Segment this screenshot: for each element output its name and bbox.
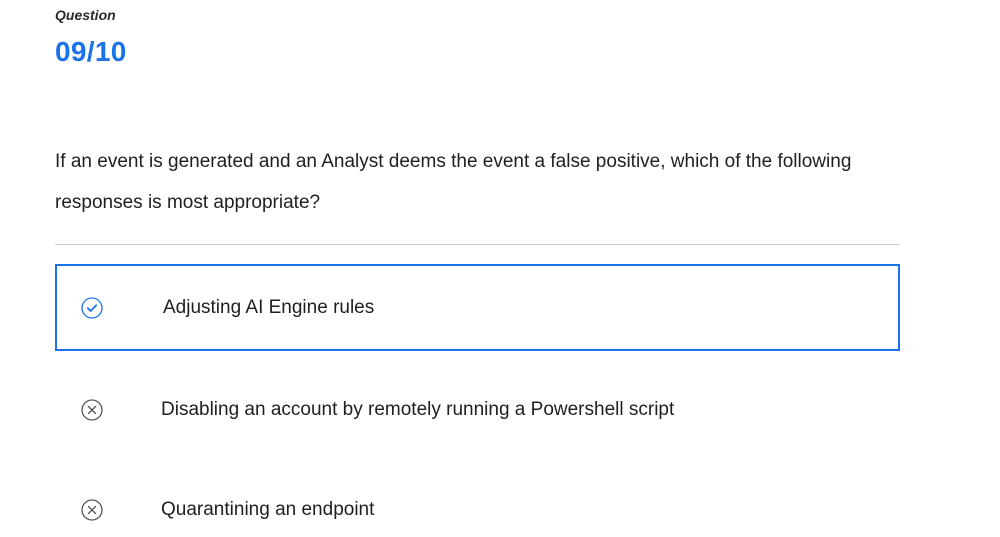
answer-option-2[interactable]: Disabling an account by remotely running… bbox=[55, 366, 900, 453]
answer-option-label: Disabling an account by remotely running… bbox=[161, 398, 675, 420]
divider bbox=[55, 244, 900, 245]
question-label: Question bbox=[55, 7, 116, 23]
answer-option-label: Adjusting AI Engine rules bbox=[163, 296, 375, 318]
x-circle-icon bbox=[81, 498, 103, 521]
check-circle-icon bbox=[81, 296, 103, 319]
x-circle-icon bbox=[81, 398, 103, 421]
question-text: If an event is generated and an Analyst … bbox=[55, 151, 852, 213]
answer-option-3[interactable]: Quarantining an endpoint bbox=[55, 466, 900, 537]
quiz-page: Question 09/10 If an event is generated … bbox=[0, 0, 1000, 537]
answer-option-label: Quarantining an endpoint bbox=[161, 498, 375, 520]
answer-option-1[interactable]: Adjusting AI Engine rules bbox=[55, 264, 900, 351]
question-counter: 09/10 bbox=[55, 36, 127, 67]
